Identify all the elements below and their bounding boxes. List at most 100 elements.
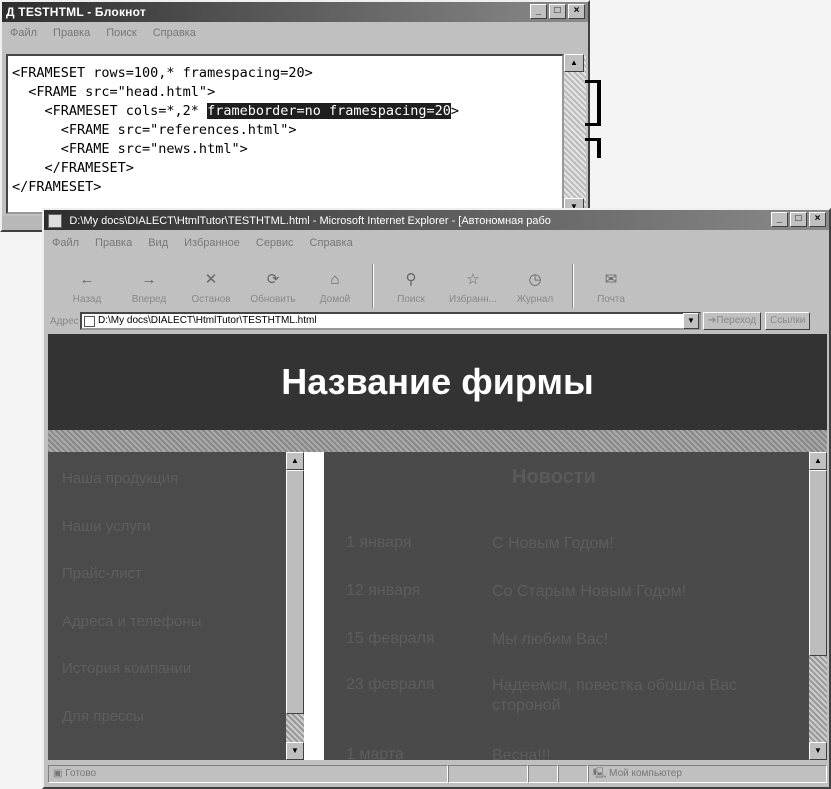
menu-file[interactable]: Файл — [52, 234, 79, 252]
news-title: Новости — [512, 466, 596, 488]
scroll-down-button[interactable]: ▼ — [809, 742, 827, 760]
notepad-menubar: Файл Правка Поиск Справка — [2, 24, 588, 42]
notepad-scrollbar[interactable]: ▲ ▼ — [564, 54, 586, 216]
page-content: Название фирмы Наша продукция Наши услуг… — [48, 334, 827, 760]
menu-view[interactable]: Вид — [148, 234, 168, 252]
selected-text: frameborder=no framespacing=20 — [207, 103, 451, 119]
search-button[interactable]: ⚲ Поиск — [382, 260, 440, 308]
links-button[interactable]: Ссылки — [765, 312, 811, 330]
status-cell — [528, 765, 558, 783]
minimize-button[interactable]: _ — [771, 212, 788, 227]
back-button[interactable]: ← Назад — [58, 260, 116, 308]
toolbar-separator — [372, 264, 374, 308]
address-bar: Адрес D:\My docs\DIALECT\HtmlTutor\TESTH… — [48, 310, 827, 332]
stop-icon: ✕ — [204, 271, 218, 288]
close-button[interactable]: × — [809, 212, 826, 227]
menu-favorites[interactable]: Избранное — [184, 234, 240, 252]
news-date: 1 января — [346, 534, 412, 551]
refresh-button[interactable]: ⟳ Обновить — [244, 260, 302, 308]
menu-edit[interactable]: Правка — [95, 234, 132, 252]
forward-arrow-icon: → — [141, 270, 157, 288]
news-scrollbar[interactable]: ▲ ▼ — [809, 452, 827, 760]
code-line: <FRAMESET cols=*,2* frameborder=no frame… — [12, 103, 460, 119]
news-frame: Новости 1 января С Новым Годом! 12 январ… — [324, 452, 827, 760]
stop-button[interactable]: ✕ Останов — [182, 260, 240, 308]
status-zone-cell: 🖳 Мой компьютер — [588, 765, 827, 783]
news-date: 15 февраля — [346, 630, 435, 647]
nav-link[interactable]: Наша продукция — [62, 470, 178, 487]
menu-help[interactable]: Справка — [153, 24, 196, 42]
ie-title: D:\My docs\DIALECT\HtmlTutor\TESTHTML.ht… — [69, 215, 551, 227]
frame-spacing-gap — [304, 452, 324, 760]
back-arrow-icon: ← — [79, 270, 95, 288]
page-done-icon: ▣ — [53, 768, 63, 779]
menu-tools[interactable]: Сервис — [256, 234, 294, 252]
status-cell — [558, 765, 588, 783]
scroll-thumb[interactable] — [809, 470, 827, 656]
frame-spacing-band — [48, 430, 827, 452]
code-line: <FRAMESET rows=100,* framespacing=20> — [12, 65, 313, 81]
page-icon — [84, 315, 95, 327]
news-text: Мы любим Вас! — [492, 631, 609, 648]
favorites-icon: ☆ — [466, 271, 480, 288]
references-scrollbar[interactable]: ▲ ▼ — [286, 452, 304, 760]
zone-text: Мой компьютер — [609, 768, 682, 779]
nav-link[interactable]: Прайс-лист — [62, 565, 142, 582]
annotation-bracket-tick — [585, 138, 599, 141]
company-heading: Название фирмы — [281, 361, 594, 402]
address-dropdown-button[interactable]: ▼ — [683, 313, 699, 329]
minimize-button[interactable]: _ — [530, 4, 547, 19]
maximize-button[interactable]: □ — [790, 212, 807, 227]
menu-search[interactable]: Поиск — [106, 24, 136, 42]
scroll-up-button[interactable]: ▲ — [286, 452, 304, 470]
ie-titlebar[interactable]: D:\My docs\DIALECT\HtmlTutor\TESTHTML.ht… — [44, 210, 829, 230]
ie-toolbar: ← Назад → Вперед ✕ Останов ⟳ Обновить ⌂ Домой… — [52, 256, 825, 308]
maximize-button[interactable]: □ — [549, 4, 566, 19]
nav-link[interactable]: Адреса и телефоны — [62, 613, 201, 630]
code-line: </FRAMESET> — [12, 160, 134, 176]
address-input[interactable]: D:\My docs\DIALECT\HtmlTutor\TESTHTML.ht… — [80, 312, 701, 330]
news-date: 12 января — [346, 582, 421, 599]
notepad-titlebar[interactable]: Д TESTHTML - Блокнот _ □ × — [2, 2, 588, 22]
news-text: Весна!!! — [492, 747, 551, 760]
search-icon: ⚲ — [405, 271, 417, 288]
annotation-bracket-tick — [585, 80, 599, 83]
close-button[interactable]: × — [568, 4, 585, 19]
notepad-window[interactable]: Д TESTHTML - Блокнот _ □ × Файл Правка П… — [0, 0, 590, 232]
annotation-bracket-tick — [585, 123, 599, 126]
mail-icon: ✉ — [604, 271, 618, 288]
news-text: С Новым Годом! — [492, 535, 614, 552]
scroll-thumb[interactable] — [286, 470, 304, 714]
annotation-bracket — [597, 80, 601, 126]
notepad-text-area[interactable]: <FRAMESET rows=100,* framespacing=20> <F… — [6, 54, 564, 214]
menu-help[interactable]: Справка — [310, 234, 353, 252]
favorites-button[interactable]: ☆ Избранн... — [444, 260, 502, 308]
code-line: </FRAMESET> — [12, 179, 102, 195]
news-date: 23 февраля — [346, 676, 435, 693]
address-label: Адрес — [50, 315, 79, 327]
home-button[interactable]: ⌂ Домой — [306, 260, 364, 308]
menu-edit[interactable]: Правка — [53, 24, 90, 42]
menu-file[interactable]: Файл — [10, 24, 37, 42]
mail-button[interactable]: ✉ Почта — [582, 260, 640, 308]
head-frame: Название фирмы — [48, 334, 827, 430]
address-value: D:\My docs\DIALECT\HtmlTutor\TESTHTML.ht… — [98, 315, 317, 326]
references-frame: Наша продукция Наши услуги Прайс-лист Ад… — [48, 452, 304, 760]
forward-button[interactable]: → Вперед — [120, 260, 178, 308]
code-line: <FRAME src="news.html"> — [12, 141, 248, 157]
history-button[interactable]: ◷ Журнал — [506, 260, 564, 308]
nav-link[interactable]: Наши услуги — [62, 518, 151, 535]
scroll-down-button[interactable]: ▼ — [286, 742, 304, 760]
computer-icon: 🖳 — [593, 768, 607, 779]
code-line: <FRAME src="head.html"> — [12, 84, 216, 100]
nav-link[interactable]: Для прессы — [62, 708, 144, 725]
status-progress-cell — [448, 765, 528, 783]
ie-icon — [48, 213, 62, 228]
scroll-up-button[interactable]: ▲ — [809, 452, 827, 470]
ie-window[interactable]: D:\My docs\DIALECT\HtmlTutor\TESTHTML.ht… — [42, 208, 831, 789]
scroll-up-button[interactable]: ▲ — [564, 54, 584, 72]
ie-status-bar: ▣ Готово 🖳 Мой компьютер — [48, 763, 827, 785]
go-button[interactable]: ➔Переход — [703, 312, 762, 330]
news-text: Надеемся, повестка обошла Вас стороной — [492, 677, 737, 714]
nav-link[interactable]: История компании — [62, 660, 191, 677]
